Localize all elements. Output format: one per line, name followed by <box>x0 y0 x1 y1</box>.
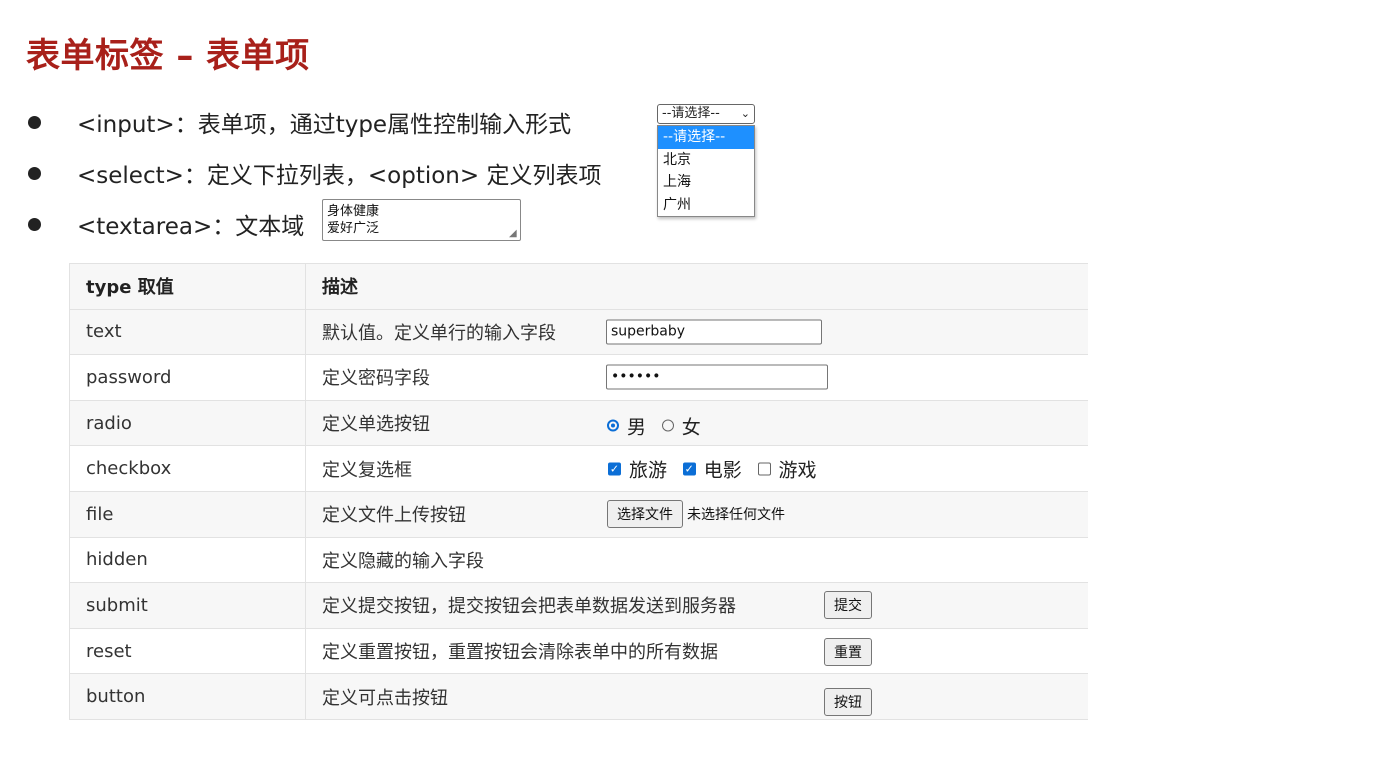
table-row: password 定义密码字段 •••••• <box>69 354 1088 401</box>
checkbox-label: 电影 <box>703 459 742 482</box>
bullet-item: <textarea>：文本域 <box>28 207 304 241</box>
type-cell: checkbox <box>69 445 306 492</box>
password-input-demo[interactable]: •••••• <box>606 364 828 390</box>
file-status-text: 未选择任何文件 <box>687 507 785 524</box>
desc-text: 默认值。定义单行的输入字段 <box>322 322 556 344</box>
select-selected-value: --请选择-- <box>662 106 720 121</box>
desc-text: 定义密码字段 <box>322 368 430 390</box>
table-row: hidden 定义隐藏的输入字段 <box>69 536 1088 584</box>
desc-text: 定义可点击按钮 <box>322 687 448 709</box>
desc-text: 定义隐藏的输入字段 <box>322 550 484 572</box>
desc-cell: 定义复选框 ✓ 旅游 ✓ 电影 游戏 <box>305 445 1088 492</box>
plain-button[interactable]: 按钮 <box>824 687 872 716</box>
type-cell: text <box>69 308 306 356</box>
desc-text: 定义提交按钮，提交按钮会把表单数据发送到服务器 <box>322 596 736 618</box>
page-title: 表单标签 – 表单项 <box>26 36 310 76</box>
resize-grip-icon[interactable]: ◢ <box>509 229 519 239</box>
bullet-text: <select>：定义下拉列表，<option> 定义列表项 <box>77 163 602 189</box>
bullet-text: <textarea>：文本域 <box>77 214 305 240</box>
radio-label: 女 <box>681 416 701 439</box>
table-row: reset 定义重置按钮，重置按钮会清除表单中的所有数据 重置 <box>69 627 1088 675</box>
select-option[interactable]: 广州 <box>658 194 754 217</box>
textarea-demo[interactable] <box>322 199 521 241</box>
checkbox[interactable] <box>757 462 771 476</box>
radio-button[interactable] <box>607 419 619 432</box>
desc-text: 定义重置按钮，重置按钮会清除表单中的所有数据 <box>322 642 718 664</box>
type-cell: hidden <box>69 536 306 584</box>
type-cell: reset <box>69 627 306 675</box>
checkbox-label: 游戏 <box>778 459 817 482</box>
table-header-row: type 取值 描述 <box>69 263 1088 310</box>
desc-cell: 默认值。定义单行的输入字段 <box>305 308 1088 356</box>
select-option[interactable]: --请选择-- <box>658 126 754 149</box>
file-input-demo: 选择文件 未选择任何文件 <box>607 500 785 529</box>
bullet-dot-icon <box>28 166 41 180</box>
select-option[interactable]: 北京 <box>658 149 754 172</box>
desc-cell: 定义密码字段 •••••• <box>305 354 1088 401</box>
checkbox[interactable]: ✓ <box>608 462 621 476</box>
checkbox-group-demo: ✓ 旅游 ✓ 电影 游戏 <box>608 451 837 487</box>
desc-text: 定义复选框 <box>322 459 412 481</box>
type-cell: file <box>69 490 306 538</box>
table-row: file 定义文件上传按钮 选择文件 未选择任何文件 <box>69 490 1088 538</box>
radio-label: 男 <box>627 416 647 439</box>
input-type-table: type 取值 描述 text 默认值。定义单行的输入字段 password 定… <box>69 263 1088 720</box>
table-row: checkbox 定义复选框 ✓ 旅游 ✓ 电影 游戏 <box>69 445 1088 492</box>
text-input-demo[interactable] <box>606 319 822 345</box>
header-type: type 取值 <box>69 263 306 310</box>
table-row: radio 定义单选按钮 男 女 <box>69 399 1088 447</box>
desc-cell: 定义文件上传按钮 选择文件 未选择任何文件 <box>305 490 1088 538</box>
checkbox[interactable]: ✓ <box>682 462 696 476</box>
bullet-dot-icon <box>28 115 41 129</box>
select-demo[interactable]: --请选择-- ⌄ <box>657 104 755 124</box>
type-cell: password <box>69 354 306 401</box>
submit-button[interactable]: 提交 <box>824 591 872 620</box>
chevron-down-icon: ⌄ <box>740 107 750 120</box>
bullet-item: <input>：表单项，通过type属性控制输入形式 <box>28 105 571 139</box>
table-row: text 默认值。定义单行的输入字段 <box>69 308 1088 356</box>
choose-file-button[interactable]: 选择文件 <box>607 500 683 529</box>
select-option[interactable]: 上海 <box>658 171 754 194</box>
desc-cell: 定义重置按钮，重置按钮会清除表单中的所有数据 重置 <box>305 627 1088 675</box>
radio-button[interactable] <box>661 419 674 432</box>
reset-button[interactable]: 重置 <box>824 637 872 666</box>
bullet-dot-icon <box>28 217 41 231</box>
desc-cell: 定义隐藏的输入字段 <box>305 536 1088 584</box>
type-cell: radio <box>69 399 306 447</box>
bullet-text: <input>：表单项，通过type属性控制输入形式 <box>77 112 572 138</box>
desc-text: 定义单选按钮 <box>322 414 430 436</box>
desc-cell: 定义单选按钮 男 女 <box>305 399 1088 447</box>
bullet-item: <select>：定义下拉列表，<option> 定义列表项 <box>28 156 601 190</box>
desc-text: 定义文件上传按钮 <box>322 505 466 527</box>
table-row: submit 定义提交按钮，提交按钮会把表单数据发送到服务器 提交 <box>69 582 1088 629</box>
select-dropdown-list: --请选择-- 北京 上海 广州 <box>657 125 755 217</box>
desc-cell: 定义可点击按钮 按钮 <box>305 673 1088 720</box>
type-cell: button <box>69 673 306 720</box>
type-cell: submit <box>69 582 306 629</box>
checkbox-label: 旅游 <box>629 459 668 482</box>
header-desc: 描述 <box>305 263 1088 310</box>
radio-group-demo: 男 女 <box>607 412 711 439</box>
desc-cell: 定义提交按钮，提交按钮会把表单数据发送到服务器 提交 <box>305 582 1088 629</box>
table-row: button 定义可点击按钮 按钮 <box>69 673 1088 720</box>
